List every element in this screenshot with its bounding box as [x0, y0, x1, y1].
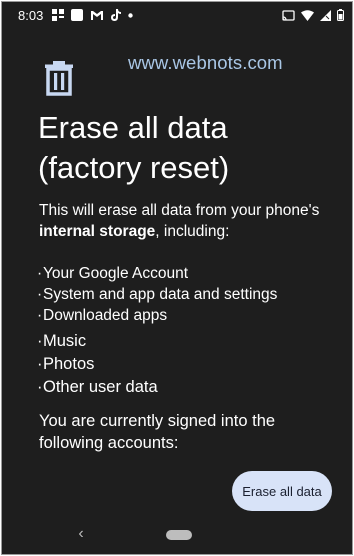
list-item-label: Other user data: [43, 378, 158, 396]
description-after: , including:: [155, 223, 230, 240]
description-bold: internal storage: [39, 223, 156, 240]
list-item: · Music: [37, 330, 158, 353]
erase-list-small: · Your Google Account · System and app dat…: [37, 263, 277, 326]
gmail-icon: [90, 10, 104, 21]
watermark-text: www.webnots.com: [128, 52, 283, 73]
list-item: · Other user data: [37, 376, 158, 399]
cast-icon: [282, 9, 295, 21]
list-item-label: Downloaded apps: [43, 307, 168, 324]
wifi-icon: [301, 9, 314, 21]
nav-back-button[interactable]: ‹: [74, 524, 88, 544]
erase-all-data-button[interactable]: Erase all data: [232, 471, 332, 511]
page-title: Erase all data (factory reset): [38, 110, 230, 185]
signal-icon: [320, 9, 331, 21]
description-text: This will erase all data from your phone…: [39, 200, 329, 242]
notification-app-icon: [52, 9, 65, 21]
trash-icon: [42, 60, 76, 96]
list-item: · Your Google Account: [37, 263, 277, 284]
nav-home-pill[interactable]: [166, 530, 192, 540]
list-item-label: System and app data and settings: [43, 286, 278, 303]
status-bar: 8:03: [2, 2, 352, 28]
list-item-label: Music: [43, 332, 87, 350]
erase-list-large: · Music · Photos · Other user data: [37, 330, 158, 399]
battery-icon: [337, 9, 344, 21]
list-item: · Downloaded apps: [37, 305, 277, 326]
status-right: [282, 9, 344, 21]
signed-in-accounts-text: You are currently signed into the follow…: [39, 412, 276, 452]
list-item-label: Your Google Account: [43, 265, 189, 282]
list-item: · Photos: [37, 353, 158, 376]
list-item-label: Photos: [43, 355, 95, 373]
more-notifications-dot-icon: [128, 12, 134, 18]
status-left: 8:03: [18, 7, 134, 23]
phone-screen: 8:03 www.webnots.com Erase all data (fac…: [1, 1, 353, 555]
tiktok-icon: [111, 9, 122, 21]
status-time: 8:03: [18, 7, 44, 23]
list-item: · System and app data and settings: [37, 284, 277, 305]
notification-square-icon: [71, 9, 84, 21]
description-before: This will erase all data from your phone…: [39, 202, 320, 219]
